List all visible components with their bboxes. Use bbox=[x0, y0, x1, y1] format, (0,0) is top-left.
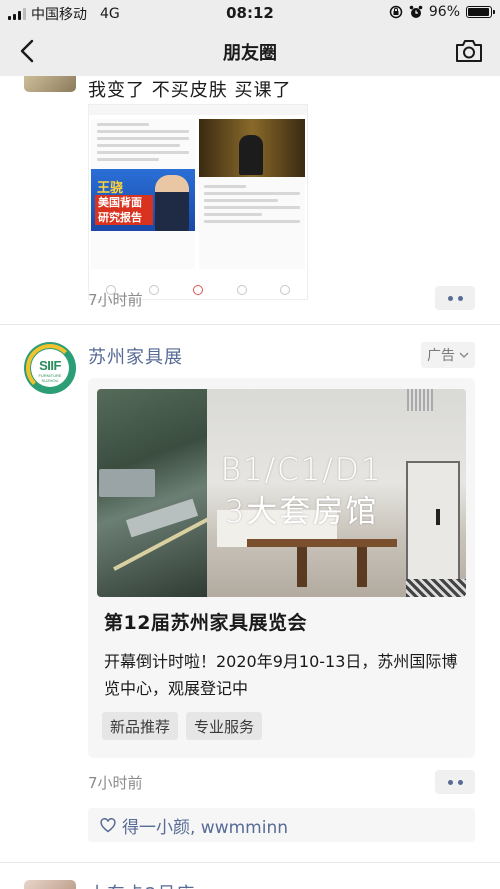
ad-card[interactable]: B1/C1/D1 3大套房馆 第12届苏州家具展览会 开幕倒计时啦！2020年9… bbox=[88, 378, 475, 758]
cover-person bbox=[155, 175, 189, 231]
ad-author-name[interactable]: 苏州家具展 bbox=[88, 343, 183, 369]
ad-image-line1: B1/C1/D1 bbox=[220, 452, 383, 488]
heart-icon bbox=[100, 817, 116, 832]
post-author-name[interactable]: 小东卡2号店 bbox=[88, 880, 195, 889]
dot-icon bbox=[457, 295, 463, 301]
ad-description: 开幕倒计时啦！2020年9月10-13日，苏州国际博览中心，观展登记中 bbox=[104, 652, 458, 698]
rotation-lock-icon bbox=[389, 5, 403, 19]
dot-icon bbox=[447, 779, 453, 785]
post-time: 7小时前 bbox=[88, 291, 143, 309]
likes-names[interactable]: 得一小颜, wwmminn bbox=[122, 813, 288, 838]
post-text: 我变了 不买皮肤 买课了 bbox=[88, 80, 292, 101]
battery-fill bbox=[468, 8, 490, 16]
chip-professional-service[interactable]: 专业服务 bbox=[186, 712, 263, 740]
moments-feed[interactable]: 我变了 不买皮肤 买课了 王骁 美国背面研究报告 7小时前 SIIF FURNI… bbox=[0, 76, 500, 889]
chip-new-products[interactable]: 新品推荐 bbox=[102, 712, 179, 740]
avatar[interactable] bbox=[24, 76, 76, 92]
screenshot-video bbox=[199, 119, 305, 177]
camera-icon[interactable] bbox=[454, 38, 484, 64]
battery-percent: 96% bbox=[428, 4, 460, 20]
more-button[interactable] bbox=[435, 286, 475, 310]
divider bbox=[0, 862, 500, 863]
avatar[interactable] bbox=[24, 880, 76, 889]
video-person bbox=[239, 135, 263, 175]
status-bar: 中国移动 4G 08:12 96% bbox=[0, 0, 500, 26]
more-button[interactable] bbox=[435, 770, 475, 794]
nav-bar: 朋友圈 bbox=[0, 26, 500, 76]
ad-image-overlay: B1/C1/D1 3大套房馆 bbox=[97, 449, 466, 533]
post-image[interactable]: 王骁 美国背面研究报告 bbox=[88, 104, 308, 300]
dot-icon bbox=[457, 779, 463, 785]
post-time: 7小时前 bbox=[88, 774, 143, 792]
cover-name: 王骁 bbox=[97, 181, 124, 196]
avatar-logo-subtext: FURNITURE SUZHOU bbox=[38, 373, 62, 383]
ad-tag-label: 广告 bbox=[427, 348, 455, 364]
dot-icon bbox=[447, 295, 453, 301]
avatar-logo: SIIF FURNITURE SUZHOU bbox=[31, 349, 69, 387]
ad-chips: 新品推荐 专业服务 bbox=[102, 712, 263, 740]
status-right: 96% bbox=[389, 4, 495, 20]
ad-title: 第12届苏州家具展览会 bbox=[104, 612, 307, 634]
avatar-logo-text: SIIF bbox=[39, 358, 61, 373]
alarm-icon bbox=[409, 5, 423, 18]
chevron-down-icon bbox=[459, 352, 469, 358]
likes-bar: 得一小颜, wwmminn bbox=[88, 808, 475, 842]
ad-image-line2: 3大套房馆 bbox=[224, 494, 379, 530]
cover-text: 美国背面研究报告 bbox=[95, 195, 153, 225]
screenshot-cover: 王骁 美国背面研究报告 bbox=[91, 169, 195, 231]
page-title: 朋友圈 bbox=[223, 43, 277, 64]
battery-icon bbox=[466, 6, 495, 18]
ad-image[interactable]: B1/C1/D1 3大套房馆 bbox=[97, 389, 466, 597]
screenshot-top-bar bbox=[89, 105, 307, 115]
ad-tag-button[interactable]: 广告 bbox=[421, 342, 475, 368]
ad-avatar[interactable]: SIIF FURNITURE SUZHOU bbox=[24, 342, 76, 394]
divider bbox=[0, 324, 500, 325]
